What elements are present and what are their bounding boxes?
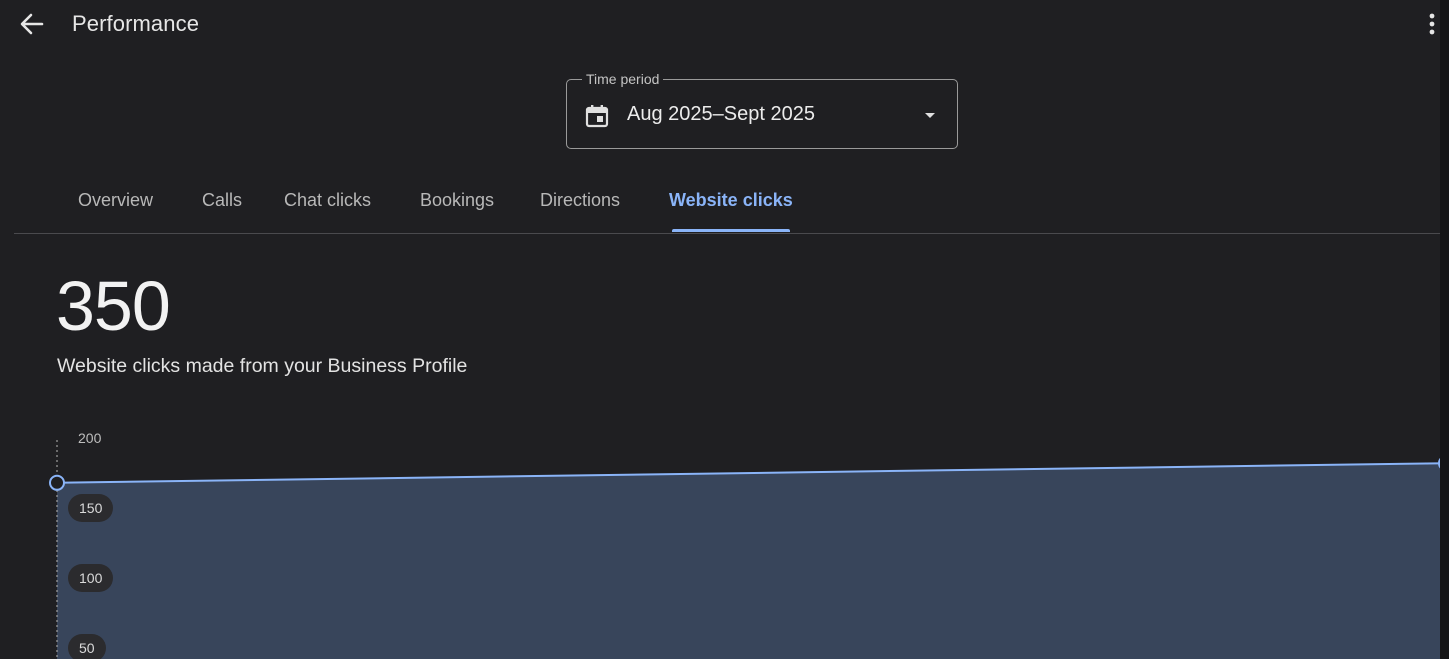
website-clicks-chart: 200 150 100 50 [0, 420, 1449, 659]
tab-bookings[interactable]: Bookings [420, 190, 494, 211]
data-point[interactable] [49, 474, 65, 491]
right-edge [1440, 0, 1449, 659]
dropdown-arrow-icon [925, 113, 935, 118]
tab-directions[interactable]: Directions [540, 190, 620, 211]
performance-page: Performance Time period Aug 2025–Sept 20… [0, 0, 1449, 659]
y-tick-label: 200 [78, 430, 102, 446]
calendar-icon [585, 105, 609, 128]
active-tab-indicator [672, 229, 790, 232]
y-tick-label: 100 [68, 564, 114, 592]
metric-description: Website clicks made from your Business P… [57, 355, 468, 377]
tab-website-clicks[interactable]: Website clicks [669, 190, 793, 211]
time-period-select[interactable]: Time period Aug 2025–Sept 2025 [566, 70, 958, 149]
metric-value: 350 [56, 267, 171, 345]
arrow-back-icon [20, 13, 44, 35]
time-period-value: Aug 2025–Sept 2025 [627, 103, 815, 125]
time-period-label: Time period [582, 70, 664, 88]
tab-overview[interactable]: Overview [78, 190, 153, 211]
y-tick-label: 50 [68, 634, 106, 659]
back-button[interactable] [16, 8, 48, 40]
tab-chat-clicks[interactable]: Chat clicks [284, 190, 371, 211]
page-title: Performance [72, 11, 200, 36]
area-fill [57, 463, 1446, 659]
tab-calls[interactable]: Calls [202, 190, 242, 211]
chart-plot [49, 440, 1449, 659]
performance-tabs: Overview Calls Chat clicks Bookings Dire… [14, 174, 1449, 234]
y-tick-label: 150 [68, 494, 114, 522]
